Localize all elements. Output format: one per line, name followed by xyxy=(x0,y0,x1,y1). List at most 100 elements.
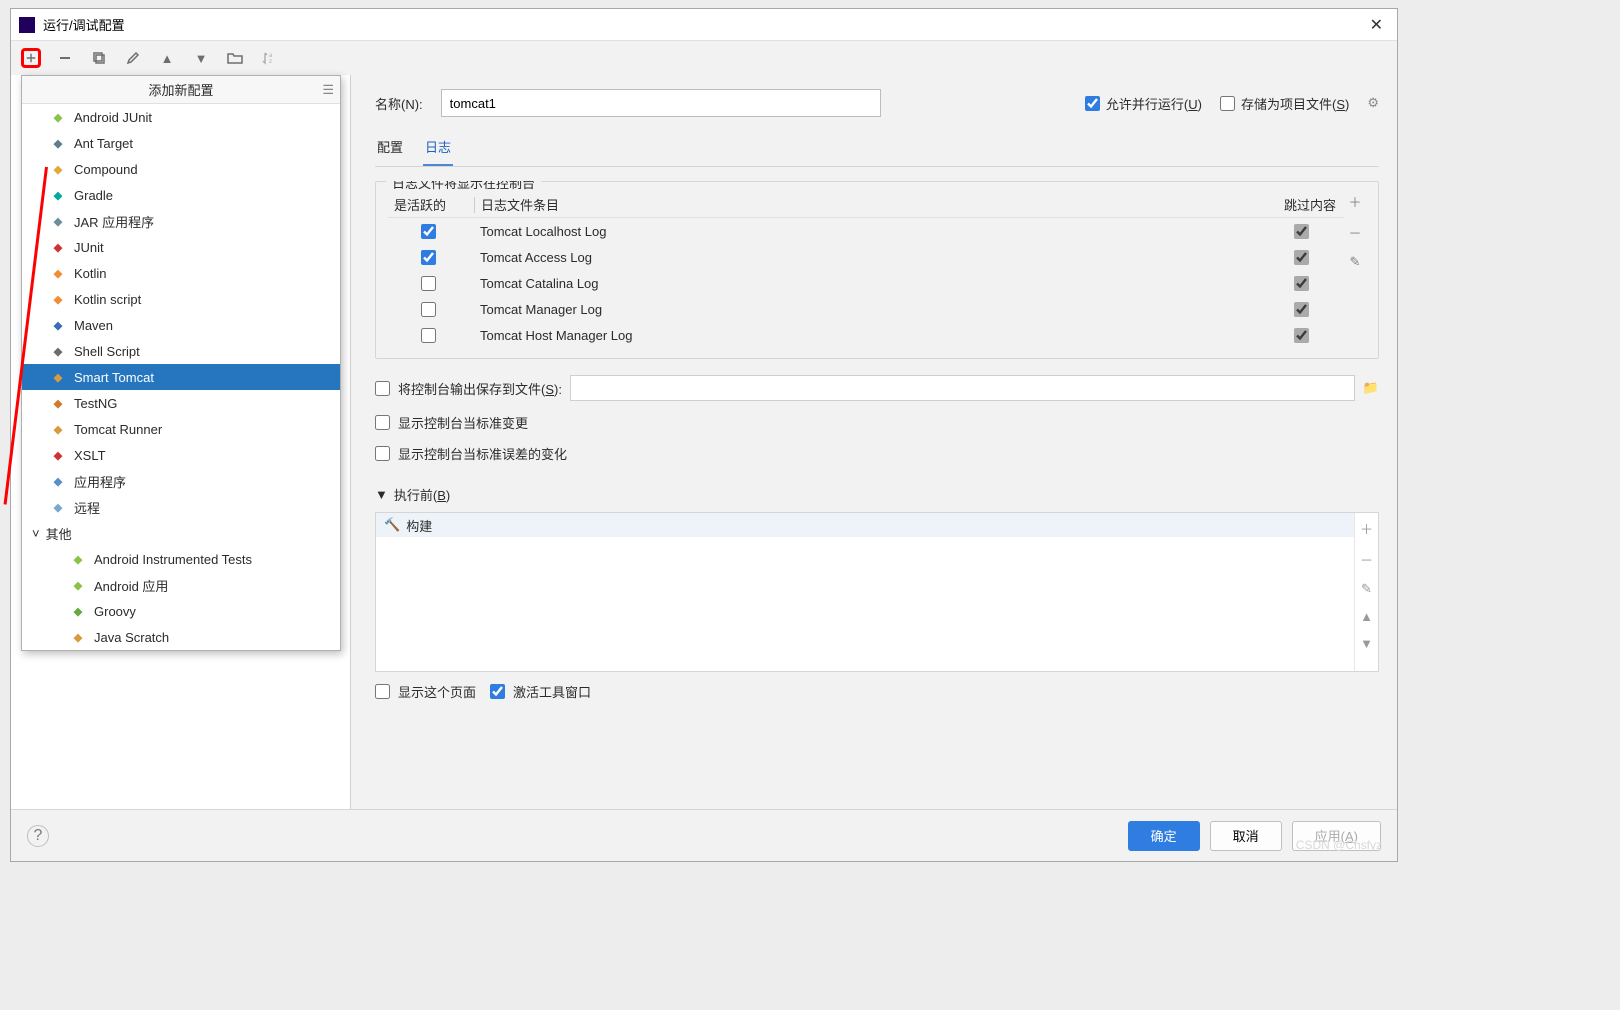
log-table-row[interactable]: Tomcat Catalina Log xyxy=(388,270,1344,296)
config-type-item[interactable]: ◆Android Instrumented Tests xyxy=(22,546,340,572)
log-skip-checkbox[interactable] xyxy=(1294,276,1309,291)
log-skip-checkbox[interactable] xyxy=(1294,224,1309,239)
show-stderr-checkbox[interactable] xyxy=(375,446,390,461)
config-type-item[interactable]: ◆Android JUnit xyxy=(22,104,340,130)
show-stdout-checkbox[interactable] xyxy=(375,415,390,430)
config-type-item[interactable]: ◆Gradle xyxy=(22,182,340,208)
br-up-icon[interactable]: ▲ xyxy=(1360,609,1373,624)
config-type-item[interactable]: ◆Shell Script xyxy=(22,338,340,364)
config-type-label: Java Scratch xyxy=(94,630,169,645)
hammer-icon: 🔨 xyxy=(384,517,400,533)
log-skip-checkbox[interactable] xyxy=(1294,328,1309,343)
config-type-item[interactable]: ◆TestNG xyxy=(22,390,340,416)
log-active-checkbox[interactable] xyxy=(421,328,436,343)
log-edit-icon[interactable]: ✎ xyxy=(1350,254,1361,270)
log-active-checkbox[interactable] xyxy=(421,302,436,317)
cancel-button[interactable]: 取消 xyxy=(1210,821,1282,851)
br-down-icon[interactable]: ▼ xyxy=(1360,636,1373,651)
log-table-row[interactable]: Tomcat Manager Log xyxy=(388,296,1344,322)
config-type-item[interactable]: ◆Kotlin script xyxy=(22,286,340,312)
show-page-checkbox[interactable] xyxy=(375,684,390,699)
config-type-icon: ◆ xyxy=(50,421,66,437)
move-down-icon[interactable]: ▼ xyxy=(191,48,211,68)
log-skip-checkbox[interactable] xyxy=(1294,250,1309,265)
config-type-item[interactable]: ◆Android 应用 xyxy=(22,572,340,598)
br-remove-icon[interactable]: － xyxy=(1360,550,1373,569)
chevron-down-icon[interactable]: ▼ xyxy=(375,487,388,502)
log-entry-name: Tomcat Manager Log xyxy=(468,302,1266,317)
log-remove-icon[interactable]: － xyxy=(1348,223,1361,242)
remove-button[interactable] xyxy=(55,48,75,68)
col-skip: 跳过内容 xyxy=(1266,195,1336,214)
allow-parallel-checkbox[interactable]: 允许并行运行(U) xyxy=(1085,94,1202,113)
copy-button[interactable] xyxy=(89,48,109,68)
run-debug-config-dialog: 运行/调试配置 ✕ ▲ ▼ az 添加新配置 ☰ ◆Android JUnit◆… xyxy=(10,8,1398,862)
config-type-item[interactable]: ◆Groovy xyxy=(22,598,340,624)
name-label: 名称(N): xyxy=(375,94,423,113)
intellij-icon xyxy=(19,17,35,33)
config-type-icon: ◆ xyxy=(50,161,66,177)
show-page-label: 显示这个页面 xyxy=(398,682,476,701)
config-type-item[interactable]: ◆应用程序 xyxy=(22,468,340,494)
before-run-item[interactable]: 🔨 构建 xyxy=(376,513,1354,537)
config-type-item[interactable]: ◆Java Scratch xyxy=(22,624,340,650)
config-type-item[interactable]: ◆JUnit xyxy=(22,234,340,260)
before-run-section: ▼ 执行前(B) 🔨 构建 ＋ － ✎ xyxy=(375,485,1379,701)
config-group-other[interactable]: ˅其他 xyxy=(22,520,340,546)
save-console-path[interactable] xyxy=(570,375,1355,401)
log-table-row[interactable]: Tomcat Access Log xyxy=(388,244,1344,270)
show-stderr-label: 显示控制台当标准误差的变化 xyxy=(398,444,567,463)
config-tree-sidebar: 添加新配置 ☰ ◆Android JUnit◆Ant Target ◆ Compou… xyxy=(11,75,351,809)
config-type-item[interactable]: ◆JAR 应用程序 xyxy=(22,208,340,234)
browse-folder-icon[interactable]: 📁 xyxy=(1363,380,1379,396)
gear-icon[interactable]: ⚙ xyxy=(1367,95,1379,111)
activate-window-checkbox[interactable] xyxy=(490,684,505,699)
folder-icon[interactable] xyxy=(225,48,245,68)
tab-logs[interactable]: 日志 xyxy=(423,133,453,166)
log-add-icon[interactable]: ＋ xyxy=(1348,192,1361,211)
config-type-item[interactable]: ◆Ant Target xyxy=(22,130,340,156)
config-type-icon: ◆ xyxy=(50,109,66,125)
popup-title: 添加新配置 xyxy=(148,80,213,99)
help-icon[interactable]: ? xyxy=(27,825,49,847)
move-up-icon[interactable]: ▲ xyxy=(157,48,177,68)
sort-icon[interactable]: az xyxy=(259,48,279,68)
tab-config[interactable]: 配置 xyxy=(375,133,405,166)
config-type-label: Android 应用 xyxy=(94,576,168,595)
br-edit-icon[interactable]: ✎ xyxy=(1361,581,1372,597)
config-type-icon: ◆ xyxy=(50,473,66,489)
logs-fieldset: 日志文件将显示在控制台 是活跃的 日志文件条目 跳过内容 Tomcat Lo xyxy=(375,181,1379,359)
store-project-checkbox[interactable]: 存储为项目文件(S) xyxy=(1220,94,1349,113)
config-type-label: JAR 应用程序 xyxy=(74,212,154,231)
config-type-item[interactable]: ◆Kotlin xyxy=(22,260,340,286)
add-button[interactable] xyxy=(21,48,41,68)
log-table-row[interactable]: Tomcat Host Manager Log xyxy=(388,322,1344,348)
filter-icon[interactable]: ☰ xyxy=(322,82,334,98)
ok-button[interactable]: 确定 xyxy=(1128,821,1200,851)
config-type-icon: ◆ xyxy=(50,291,66,307)
name-input[interactable] xyxy=(441,89,881,117)
log-active-checkbox[interactable] xyxy=(421,276,436,291)
log-skip-checkbox[interactable] xyxy=(1294,302,1309,317)
config-type-item[interactable]: ◆Tomcat Runner xyxy=(22,416,340,442)
edit-templates-button[interactable] xyxy=(123,48,143,68)
log-active-checkbox[interactable] xyxy=(421,250,436,265)
config-type-label: Smart Tomcat xyxy=(74,370,154,385)
close-icon[interactable]: ✕ xyxy=(1364,15,1389,35)
save-console-checkbox[interactable] xyxy=(375,381,390,396)
log-table-row[interactable]: Tomcat Localhost Log xyxy=(388,218,1344,244)
br-add-icon[interactable]: ＋ xyxy=(1360,519,1373,538)
config-type-item[interactable]: ◆Maven xyxy=(22,312,340,338)
config-type-item[interactable]: ◆远程 xyxy=(22,494,340,520)
config-type-label: Compound xyxy=(74,162,138,177)
config-type-item[interactable]: ◆XSLT xyxy=(22,442,340,468)
log-entry-name: Tomcat Localhost Log xyxy=(468,224,1266,239)
log-entry-name: Tomcat Catalina Log xyxy=(468,276,1266,291)
log-active-checkbox[interactable] xyxy=(421,224,436,239)
config-type-label: JUnit xyxy=(74,240,104,255)
config-type-icon: ◆ xyxy=(70,551,86,567)
svg-text:z: z xyxy=(269,59,272,65)
config-type-item[interactable]: ◆Smart Tomcat xyxy=(22,364,340,390)
config-type-item[interactable]: ◆ Compound xyxy=(22,156,340,182)
log-entry-name: Tomcat Access Log xyxy=(468,250,1266,265)
